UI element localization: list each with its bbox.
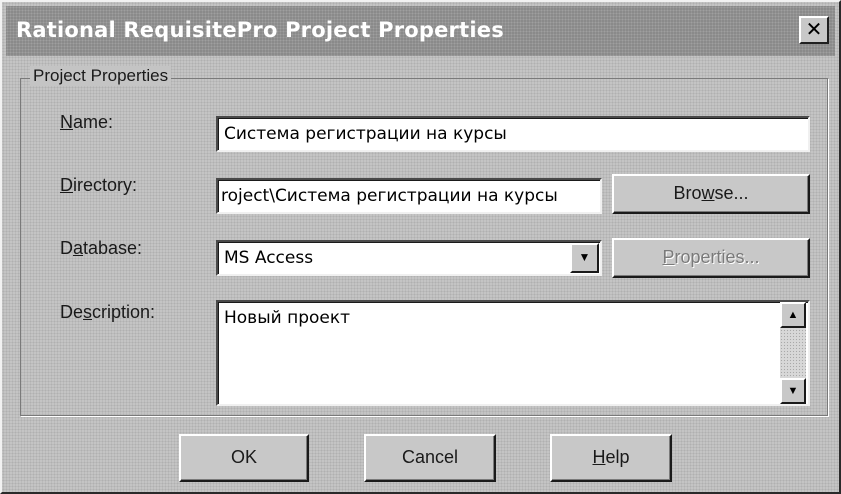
project-properties-dialog: Rational RequisitePro Project Properties… [0, 0, 841, 494]
properties-button[interactable]: Properties... [612, 238, 810, 278]
description-scrollbar[interactable]: ▲ ▼ [780, 302, 806, 404]
browse-button[interactable]: Browse... [612, 174, 810, 214]
database-label: Database: [60, 238, 143, 258]
description-label: Description: [60, 302, 156, 322]
title-bar[interactable]: Rational RequisitePro Project Properties… [6, 6, 835, 56]
close-button[interactable]: ✕ [799, 16, 829, 44]
name-input[interactable]: Система регистрации на курсы [216, 116, 810, 152]
window-title: Rational RequisitePro Project Properties [16, 18, 504, 42]
directory-input[interactable]: roject\Система регистрации на курсы [216, 178, 602, 214]
ok-button[interactable]: OK [179, 434, 309, 482]
close-icon: ✕ [805, 17, 823, 41]
directory-label: Directory: [60, 175, 138, 195]
database-select[interactable]: MS Access [216, 240, 602, 276]
scroll-down-button[interactable]: ▼ [780, 378, 806, 404]
database-selected-value: MS Access [224, 248, 314, 268]
arrow-up-icon: ▲ [787, 309, 799, 321]
group-label: Project Properties [30, 66, 172, 86]
cancel-button[interactable]: Cancel [364, 434, 496, 482]
arrow-down-icon: ▼ [787, 385, 799, 397]
name-label: Name: [60, 112, 114, 132]
description-textarea[interactable]: Новый проект [216, 300, 810, 406]
help-button[interactable]: Help [550, 434, 672, 482]
scroll-up-button[interactable]: ▲ [780, 302, 806, 328]
chevron-down-icon: ▼ [578, 250, 591, 264]
database-dropdown-button[interactable]: ▼ [570, 243, 599, 273]
